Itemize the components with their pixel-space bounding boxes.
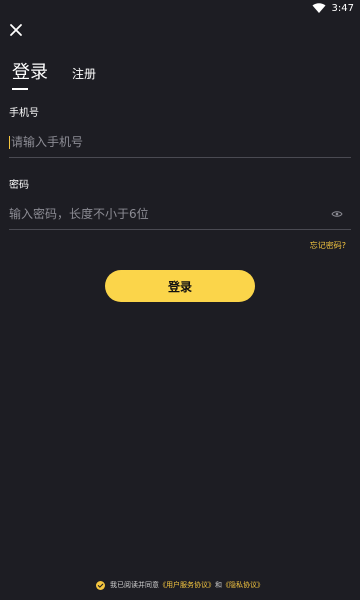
phone-label: 手机号 [9, 108, 39, 119]
text-cursor [9, 135, 10, 149]
status-time: 3:47 [331, 2, 354, 14]
wifi-icon [312, 3, 326, 13]
agreement: 我已阅读并同意 《用户服务协议》 和 《隐私协议》 [0, 580, 360, 590]
phone-input[interactable] [11, 135, 351, 149]
auth-tabs: 登录 注册 [12, 58, 96, 90]
login-button[interactable]: 登录 [105, 270, 255, 302]
status-bar: 3:47 [0, 0, 360, 16]
check-circle-icon[interactable] [96, 580, 105, 590]
tab-login[interactable]: 登录 [12, 58, 48, 90]
close-icon[interactable] [8, 22, 24, 38]
agreement-conjunction: 和 [215, 581, 222, 589]
phone-field[interactable] [9, 127, 351, 158]
password-label: 密码 [9, 180, 29, 191]
privacy-policy-link[interactable]: 《隐私协议》 [222, 580, 264, 590]
user-agreement-link[interactable]: 《用户服务协议》 [159, 580, 215, 590]
tab-active-indicator [12, 88, 28, 90]
tab-login-label: 登录 [12, 62, 48, 83]
forgot-password-link[interactable]: 忘记密码? [310, 240, 346, 251]
agreement-prefix: 我已阅读并同意 [110, 581, 159, 589]
password-field[interactable] [9, 199, 351, 230]
password-input[interactable] [9, 207, 331, 221]
eye-icon[interactable] [331, 210, 343, 218]
tab-register[interactable]: 注册 [72, 65, 96, 84]
